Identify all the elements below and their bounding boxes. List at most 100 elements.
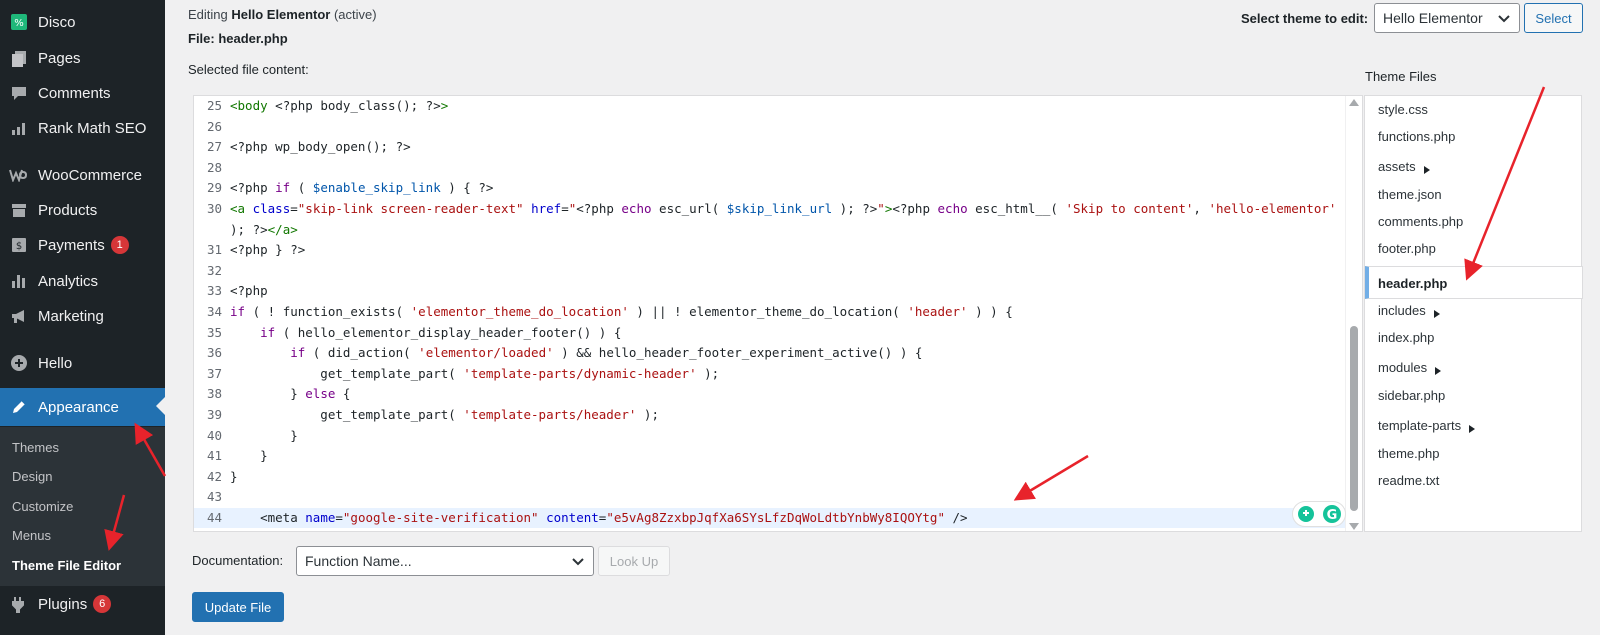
grammarly-icon[interactable]: G bbox=[1322, 504, 1342, 524]
line-code[interactable]: if ( hello_elementor_display_header_foot… bbox=[230, 323, 621, 343]
theme-file-assets[interactable]: assets bbox=[1378, 159, 1430, 174]
line-code[interactable]: if ( ! function_exists( 'elementor_theme… bbox=[230, 302, 1013, 322]
expand-triangle-icon[interactable] bbox=[1433, 310, 1440, 318]
submenu-customize[interactable]: Customize bbox=[12, 499, 73, 514]
theme-file-index-php[interactable]: index.php bbox=[1378, 330, 1434, 345]
code-editor[interactable]: 25 <body <?php body_class(); ?>> 26 27 <?php… bbox=[193, 95, 1363, 532]
documentation-select[interactable]: Function Name... bbox=[296, 546, 594, 576]
code-line[interactable]: 41 } bbox=[194, 446, 1346, 466]
menu-item-analytics[interactable]: Analytics bbox=[0, 263, 165, 299]
scroll-up-arrow-icon[interactable] bbox=[1349, 99, 1359, 106]
line-code[interactable]: <?php } ?> bbox=[230, 240, 305, 260]
theme-file-sidebar-php[interactable]: sidebar.php bbox=[1378, 388, 1445, 403]
code-line[interactable]: 27 <?php wp_body_open(); ?> bbox=[194, 137, 1346, 157]
line-code[interactable]: <meta name="google-site-verification" co… bbox=[230, 508, 967, 528]
line-code[interactable]: if ( did_action( 'elementor/loaded' ) &&… bbox=[230, 343, 922, 363]
code-line[interactable]: 40 } bbox=[194, 426, 1346, 446]
code-line[interactable]: 42} bbox=[194, 467, 1346, 487]
select-button[interactable]: Select bbox=[1524, 3, 1583, 33]
menu-item-payments[interactable]: $ Payments 1 bbox=[0, 227, 165, 263]
code-line[interactable]: 43 bbox=[194, 487, 1346, 507]
code-line[interactable]: 35 if ( hello_elementor_display_header_f… bbox=[194, 323, 1346, 343]
menu-item-woocommerce[interactable]: WooCommerce bbox=[0, 157, 165, 193]
menu-item-rank-math[interactable]: Rank Math SEO bbox=[0, 110, 165, 146]
code-line[interactable]: ); ?></a> bbox=[194, 220, 1346, 240]
code-line[interactable]: 44 <meta name="google-site-verification"… bbox=[194, 508, 1346, 528]
line-code[interactable]: <a class="skip-link screen-reader-text" … bbox=[230, 199, 1336, 219]
scrollbar-thumb[interactable] bbox=[1350, 326, 1358, 511]
line-code[interactable]: get_template_part( 'template-parts/dynam… bbox=[230, 364, 719, 384]
theme-file-template-parts[interactable]: template-parts bbox=[1378, 418, 1476, 433]
code-line[interactable]: 31 <?php } ?> bbox=[194, 240, 1346, 260]
submenu-menus[interactable]: Menus bbox=[12, 528, 51, 543]
theme-file-header-php-active[interactable]: header.php bbox=[1365, 266, 1583, 299]
line-code[interactable]: } else { bbox=[230, 384, 350, 404]
theme-file-theme-json[interactable]: theme.json bbox=[1378, 187, 1442, 202]
menu-item-marketing[interactable]: Marketing bbox=[0, 298, 165, 334]
theme-file-label: modules bbox=[1378, 360, 1428, 375]
code-line[interactable]: 29 <?php if ( $enable_skip_link ) { ?> bbox=[194, 178, 1346, 198]
code-line[interactable]: 36 if ( did_action( 'elementor/loaded' )… bbox=[194, 343, 1346, 363]
chevron-down-icon bbox=[572, 558, 584, 566]
theme-file-readme-txt[interactable]: readme.txt bbox=[1378, 473, 1439, 488]
code-line[interactable]: 25 <body <?php body_class(); ?>> bbox=[194, 96, 1346, 116]
code-line[interactable]: 33 <?php bbox=[194, 281, 1346, 301]
woocommerce-icon bbox=[9, 165, 29, 185]
theme-file-style-css[interactable]: style.css bbox=[1378, 102, 1428, 117]
menu-item-products[interactable]: Products bbox=[0, 192, 165, 228]
submenu-themes[interactable]: Themes bbox=[12, 440, 59, 455]
line-code[interactable]: <?php bbox=[230, 281, 268, 301]
theme-file-modules[interactable]: modules bbox=[1378, 360, 1442, 375]
line-number: 36 bbox=[206, 345, 222, 361]
update-file-button[interactable]: Update File bbox=[192, 592, 284, 622]
theme-file-functions-php[interactable]: functions.php bbox=[1378, 129, 1455, 144]
line-code[interactable]: } bbox=[230, 426, 298, 446]
appearance-icon bbox=[9, 397, 29, 417]
menu-item-appearance[interactable]: Appearance bbox=[0, 388, 165, 426]
code-line[interactable]: 28 bbox=[194, 158, 1346, 178]
code-line[interactable]: 37 get_template_part( 'template-parts/dy… bbox=[194, 364, 1346, 384]
lightbulb-icon[interactable] bbox=[1297, 505, 1315, 523]
code-line[interactable]: 34 if ( ! function_exists( 'elementor_the… bbox=[194, 302, 1346, 322]
expand-triangle-icon[interactable] bbox=[1435, 367, 1442, 375]
line-code[interactable]: } bbox=[230, 467, 238, 487]
theme-select[interactable]: Hello Elementor bbox=[1374, 3, 1520, 33]
admin-sidebar: % Disco Pages Comments Rank Math SEO Woo… bbox=[0, 0, 165, 635]
expand-triangle-icon[interactable] bbox=[1423, 166, 1430, 174]
theme-file-footer-php[interactable]: footer.php bbox=[1378, 241, 1436, 256]
expand-triangle-icon[interactable] bbox=[1469, 425, 1476, 433]
line-code[interactable]: } bbox=[230, 446, 268, 466]
code-line[interactable]: 38 } else { bbox=[194, 384, 1346, 404]
code-line[interactable]: 32 bbox=[194, 261, 1346, 281]
theme-file-includes[interactable]: includes bbox=[1378, 303, 1440, 318]
marketing-icon bbox=[9, 306, 29, 326]
svg-text:%: % bbox=[14, 18, 24, 29]
menu-item-plugins[interactable]: Plugins 6 bbox=[0, 586, 165, 622]
svg-text:G: G bbox=[1326, 508, 1337, 523]
grammarly-widget[interactable]: G bbox=[1292, 501, 1346, 527]
line-code[interactable]: get_template_part( 'template-parts/heade… bbox=[230, 405, 659, 425]
products-icon bbox=[9, 200, 29, 220]
menu-item-pages[interactable]: Pages bbox=[0, 40, 165, 76]
code-line[interactable]: 30 <a class="skip-link screen-reader-text… bbox=[194, 199, 1346, 219]
code-line[interactable]: 26 bbox=[194, 117, 1346, 137]
line-code[interactable]: <?php if ( $enable_skip_link ) { ?> bbox=[230, 178, 493, 198]
menu-item-comments[interactable]: Comments bbox=[0, 75, 165, 111]
menu-item-disco[interactable]: % Disco bbox=[0, 4, 165, 40]
editor-scrollbar[interactable] bbox=[1345, 96, 1362, 531]
line-number: 32 bbox=[206, 262, 222, 278]
line-code[interactable]: ); ?></a> bbox=[230, 220, 298, 240]
menu-item-hello[interactable]: Hello bbox=[0, 345, 165, 381]
look-up-button[interactable]: Look Up bbox=[598, 546, 670, 576]
line-code[interactable]: <?php wp_body_open(); ?> bbox=[230, 137, 411, 157]
code-line[interactable]: 39 get_template_part( 'template-parts/he… bbox=[194, 405, 1346, 425]
line-number: 39 bbox=[206, 407, 222, 422]
submenu-theme-file-editor[interactable]: Theme File Editor bbox=[12, 558, 121, 573]
submenu-design[interactable]: Design bbox=[12, 469, 52, 484]
plugins-badge: 6 bbox=[93, 595, 112, 613]
theme-file-comments-php[interactable]: comments.php bbox=[1378, 214, 1463, 229]
theme-file-theme-php[interactable]: theme.php bbox=[1378, 446, 1439, 461]
scroll-down-arrow-icon[interactable] bbox=[1349, 523, 1359, 530]
file-name: File: header.php bbox=[188, 31, 288, 46]
line-code[interactable]: <body <?php body_class(); ?>> bbox=[230, 96, 448, 116]
